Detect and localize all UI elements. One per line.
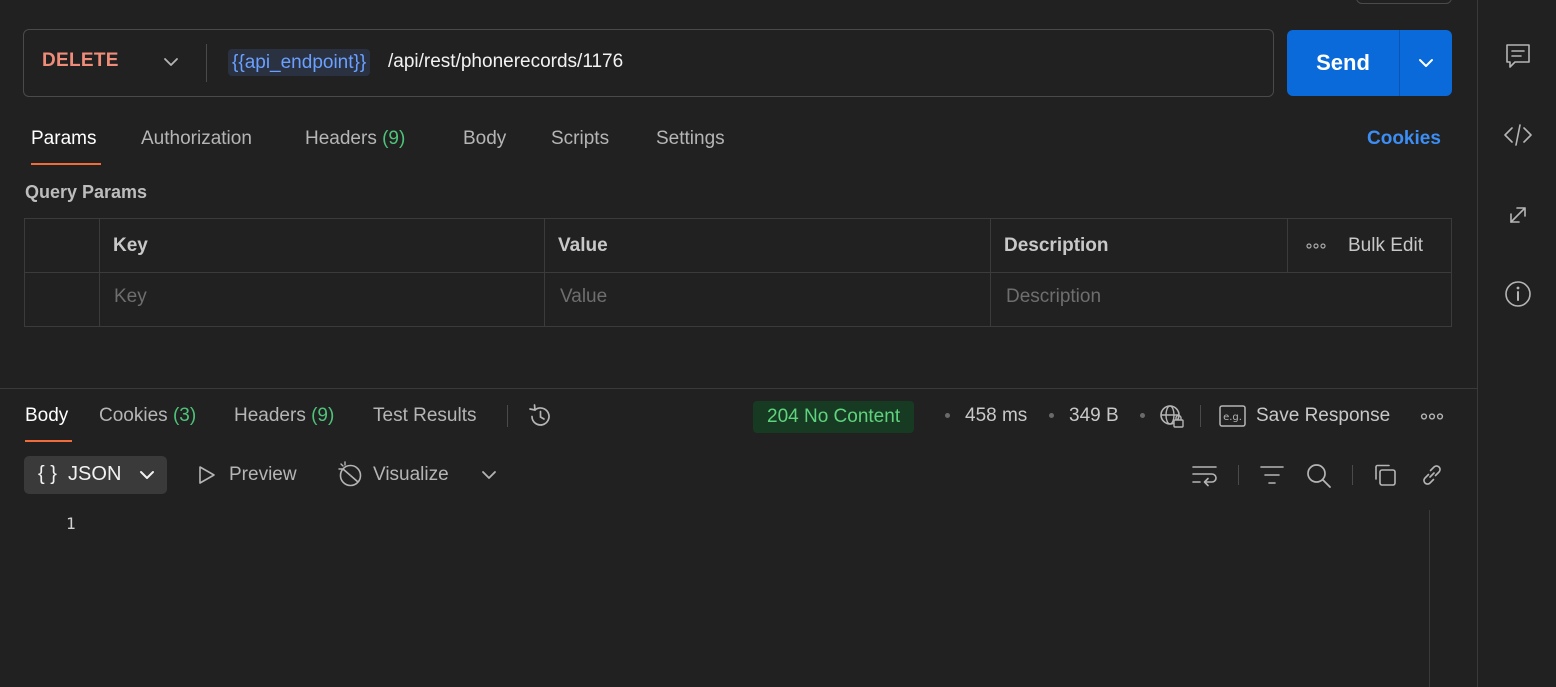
info-icon[interactable] xyxy=(1502,278,1534,310)
play-icon[interactable] xyxy=(196,464,218,486)
chevron-down-icon xyxy=(137,465,157,485)
tab-label: Headers xyxy=(305,128,377,149)
tab-params[interactable]: Params xyxy=(31,128,96,150)
response-time[interactable]: 458 ms xyxy=(965,405,1027,427)
query-params-table: Key Value Description Bulk Edit Key Valu… xyxy=(24,218,1452,327)
tab-body[interactable]: Body xyxy=(463,128,506,150)
column-header-description: Description xyxy=(1004,235,1109,256)
tab-authorization[interactable]: Authorization xyxy=(141,128,252,150)
description-input[interactable]: Description xyxy=(1006,286,1101,308)
filter-icon[interactable] xyxy=(1259,463,1285,487)
row-divider xyxy=(25,272,1451,273)
tab-label: Cookies xyxy=(99,405,168,426)
cookies-link[interactable]: Cookies xyxy=(1367,128,1441,150)
send-button[interactable]: Send xyxy=(1287,30,1399,96)
format-name: JSON xyxy=(68,463,122,485)
response-tab-body[interactable]: Body xyxy=(25,405,68,427)
comments-icon[interactable] xyxy=(1502,40,1534,72)
chevron-down-icon[interactable] xyxy=(161,52,181,72)
link-icon[interactable] xyxy=(1419,462,1445,488)
editor-scrollbar[interactable] xyxy=(1429,510,1430,687)
response-tab-headers[interactable]: Headers (9) xyxy=(234,405,334,427)
chevron-down-icon xyxy=(1419,59,1433,67)
active-tab-indicator xyxy=(31,163,101,165)
separator xyxy=(507,405,508,427)
key-input[interactable]: Key xyxy=(114,286,147,308)
headers-count: (9) xyxy=(311,405,335,426)
svg-text:e.g.: e.g. xyxy=(1223,412,1242,423)
url-bar: DELETE {{api_endpoint}} /api/rest/phoner… xyxy=(23,29,1274,97)
wrap-lines-icon[interactable] xyxy=(1191,463,1218,487)
separator xyxy=(1200,405,1201,427)
active-tab-indicator xyxy=(25,440,72,442)
code-icon[interactable] xyxy=(1502,119,1534,151)
braces-icon: { } xyxy=(38,463,57,485)
response-size[interactable]: 349 B xyxy=(1069,405,1119,427)
response-tab-test-results[interactable]: Test Results xyxy=(373,405,476,427)
tab-settings[interactable]: Settings xyxy=(656,128,725,150)
copy-icon[interactable] xyxy=(1372,462,1398,488)
separator xyxy=(1352,465,1353,485)
column-header-value: Value xyxy=(558,235,608,256)
separator-dot xyxy=(945,413,950,418)
preview-button[interactable]: Preview xyxy=(229,464,297,486)
chevron-down-icon[interactable] xyxy=(479,465,499,485)
url-variable[interactable]: {{api_endpoint}} xyxy=(228,49,371,76)
separator-dot xyxy=(1140,413,1145,418)
related-requests-icon[interactable] xyxy=(1502,199,1534,231)
history-icon[interactable] xyxy=(527,403,554,430)
column-header-key: Key xyxy=(113,235,148,256)
top-partial-button xyxy=(1356,0,1452,4)
more-options-icon[interactable] xyxy=(1306,242,1326,250)
network-globe-icon[interactable] xyxy=(1158,403,1186,431)
more-options-icon[interactable] xyxy=(1420,412,1444,421)
example-icon[interactable]: e.g. xyxy=(1219,405,1246,427)
method-select[interactable]: DELETE xyxy=(42,50,119,72)
visualize-icon[interactable] xyxy=(337,461,364,488)
value-input[interactable]: Value xyxy=(560,286,607,308)
separator-dot xyxy=(1049,413,1054,418)
separator xyxy=(1238,465,1239,485)
line-number: 1 xyxy=(66,514,76,533)
format-select[interactable]: { } JSON xyxy=(24,456,167,494)
tab-scripts[interactable]: Scripts xyxy=(551,128,609,150)
headers-count: (9) xyxy=(382,128,406,149)
query-params-title: Query Params xyxy=(25,182,148,202)
tab-label: Headers xyxy=(234,405,306,426)
url-input[interactable]: /api/rest/phonerecords/1176 xyxy=(388,50,623,74)
right-sidebar xyxy=(1477,0,1556,687)
tab-headers[interactable]: Headers (9) xyxy=(305,128,405,150)
status-badge[interactable]: 204 No Content xyxy=(753,401,915,433)
bulk-edit-button[interactable]: Bulk Edit xyxy=(1348,235,1423,257)
pane-divider[interactable] xyxy=(0,388,1477,389)
send-options-button[interactable] xyxy=(1399,30,1452,96)
search-icon[interactable] xyxy=(1305,462,1332,489)
format-label: { } JSON xyxy=(38,463,121,486)
cookies-count: (3) xyxy=(172,405,197,426)
column-divider xyxy=(1287,219,1288,272)
url-divider xyxy=(206,44,207,82)
visualize-button[interactable]: Visualize xyxy=(373,464,449,486)
response-tab-cookies[interactable]: Cookies (3) xyxy=(99,405,196,427)
save-response-button[interactable]: Save Response xyxy=(1256,405,1390,427)
